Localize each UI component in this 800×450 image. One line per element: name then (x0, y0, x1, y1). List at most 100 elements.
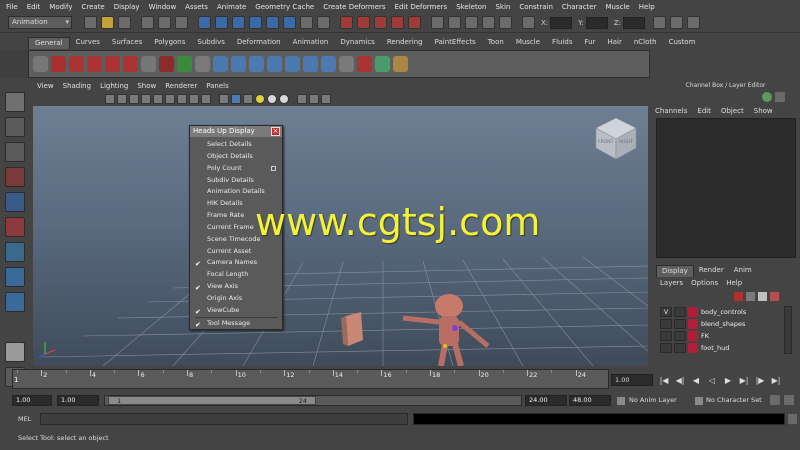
channel-box-layout-icon[interactable] (775, 92, 785, 102)
move-tool-icon[interactable] (5, 167, 25, 187)
anim-layer-icon[interactable] (617, 397, 625, 405)
image-plane-icon[interactable] (129, 93, 139, 104)
hud-item-viewcube[interactable]: ✔ ViewCube (192, 305, 281, 317)
hud-item-camera-names[interactable]: ✔ Camera Names (192, 257, 281, 269)
shelf-tab-fluids[interactable]: Fluids (546, 37, 578, 49)
step-back-frame-icon[interactable]: ◀ (690, 375, 702, 387)
shelf-tab-general[interactable]: General (28, 37, 70, 49)
shelf-tab-animation[interactable]: Animation (287, 37, 335, 49)
animation-preferences-icon[interactable] (784, 395, 794, 405)
current-frame-field[interactable]: 1.00 (611, 374, 653, 386)
layer-visibility-toggle[interactable]: V (660, 307, 672, 317)
layer-color-swatch[interactable] (688, 331, 698, 341)
shelf-tab-rendering[interactable]: Rendering (381, 37, 429, 49)
hud-item-animation-details[interactable]: Animation Details (192, 186, 281, 198)
select-deformation-icon[interactable] (266, 16, 279, 29)
open-scene-icon[interactable] (101, 16, 114, 29)
panel-menu-panels[interactable]: Panels (206, 82, 229, 90)
hud-item-object-details[interactable]: Object Details (192, 151, 281, 163)
layer-menu-options[interactable]: Options (691, 279, 718, 287)
channel-box-menu-channels[interactable]: Channels (655, 107, 687, 115)
channel-box-menu-edit[interactable]: Edit (697, 107, 711, 115)
new-layer-icon[interactable] (758, 292, 767, 301)
breakdown-icon[interactable] (141, 56, 156, 72)
step-forward-frame-icon[interactable]: ▶| (738, 375, 750, 387)
scale-tool-icon[interactable] (5, 217, 25, 237)
xray-icon[interactable] (309, 93, 319, 104)
layer-row[interactable]: blend_shapes (656, 318, 784, 330)
detach-skin-icon[interactable] (393, 56, 408, 72)
lasso-tool-icon[interactable] (5, 117, 25, 137)
pick-icon[interactable] (762, 92, 772, 102)
new-layer-selected-icon[interactable] (770, 292, 779, 301)
field-chart-icon[interactable] (189, 93, 199, 104)
shelf-tab-subdivs[interactable]: Subdivs (191, 37, 231, 49)
option-box-icon[interactable] (271, 165, 276, 171)
select-joint-icon[interactable] (215, 16, 228, 29)
move-layer-down-icon[interactable] (746, 292, 755, 301)
set-key-icon[interactable] (123, 56, 138, 72)
hud-item-current-asset[interactable]: Current Asset (192, 246, 281, 258)
history-icon[interactable] (431, 16, 444, 29)
layer-color-swatch[interactable] (688, 319, 698, 329)
z-field[interactable] (623, 16, 646, 29)
menu-modify[interactable]: Modify (49, 3, 72, 11)
layer-tab-render[interactable]: Render (694, 265, 729, 277)
mel-command-input[interactable] (40, 413, 408, 425)
skeleton-a-icon[interactable] (213, 56, 228, 72)
menu-create-deformers[interactable]: Create Deformers (323, 3, 385, 11)
rotate-tool-icon[interactable] (5, 192, 25, 212)
camera-attributes-icon[interactable] (105, 93, 115, 104)
soft-mod-tool-icon[interactable] (5, 267, 25, 287)
skeleton-f-icon[interactable] (303, 56, 318, 72)
y-field[interactable] (585, 16, 608, 29)
use-all-lights-icon[interactable] (255, 93, 265, 104)
help-icon[interactable] (51, 56, 66, 72)
safe-action-icon[interactable] (201, 93, 211, 104)
select-rendering-icon[interactable] (300, 16, 313, 29)
layer-row[interactable]: foot_hud (656, 342, 784, 354)
script-editor-icon[interactable] (788, 414, 797, 424)
paint-weights-icon[interactable] (177, 56, 192, 72)
end-time-field[interactable]: 48.00 (569, 395, 611, 406)
go-to-end-icon[interactable]: ▶| (770, 375, 782, 387)
auto-key-icon[interactable] (770, 395, 780, 405)
shelf-tab-dynamics[interactable]: Dynamics (334, 37, 381, 49)
go-to-start-icon[interactable]: |◀ (658, 375, 670, 387)
xray-joints-icon[interactable] (321, 93, 331, 104)
layer-playback-toggle[interactable] (674, 319, 686, 329)
menu-display[interactable]: Display (114, 3, 140, 11)
time-slider[interactable]: 2 4 6 8 10 12 14 16 18 20 22 24 (12, 369, 609, 389)
playback-start-field[interactable]: 1.00 (57, 395, 99, 406)
select-misc-icon[interactable] (317, 16, 330, 29)
bookmark-icon[interactable] (117, 93, 127, 104)
layer-visibility-toggle[interactable] (660, 319, 672, 329)
input-output-icon[interactable] (522, 16, 535, 29)
move-anim-icon[interactable] (69, 56, 84, 72)
layer-tab-display[interactable]: Display (656, 265, 694, 277)
play-forward-icon[interactable]: ▶ (722, 375, 734, 387)
layer-playback-toggle[interactable] (674, 331, 686, 341)
panel-menu-show[interactable]: Show (137, 82, 156, 90)
menu-geometry-cache[interactable]: Geometry Cache (255, 3, 314, 11)
move-layer-up-icon[interactable] (734, 292, 743, 301)
lattice-icon[interactable] (339, 56, 354, 72)
snap-grid-icon[interactable] (340, 16, 353, 29)
menu-file[interactable]: File (6, 3, 18, 11)
select-dynamic-icon[interactable] (283, 16, 296, 29)
panel-menu-shading[interactable]: Shading (63, 82, 91, 90)
layer-row[interactable]: FK (656, 330, 784, 342)
channel-box-menu-object[interactable]: Object (721, 107, 744, 115)
panel-menu-renderer[interactable]: Renderer (165, 82, 197, 90)
select-tool-icon[interactable] (5, 92, 25, 112)
snap-point-icon[interactable] (374, 16, 387, 29)
bind-skin-icon[interactable] (357, 56, 372, 72)
ik-handle-icon[interactable] (159, 56, 174, 72)
skeleton-b-icon[interactable] (231, 56, 246, 72)
select-object-icon[interactable] (158, 16, 171, 29)
make-live-icon[interactable] (408, 16, 421, 29)
hud-item-subdiv-details[interactable]: Subdiv Details (192, 175, 281, 187)
layer-list-scrollbar[interactable] (784, 306, 792, 354)
layer-visibility-toggle[interactable] (660, 331, 672, 341)
hud-item-poly-count[interactable]: Poly Count (192, 163, 281, 175)
